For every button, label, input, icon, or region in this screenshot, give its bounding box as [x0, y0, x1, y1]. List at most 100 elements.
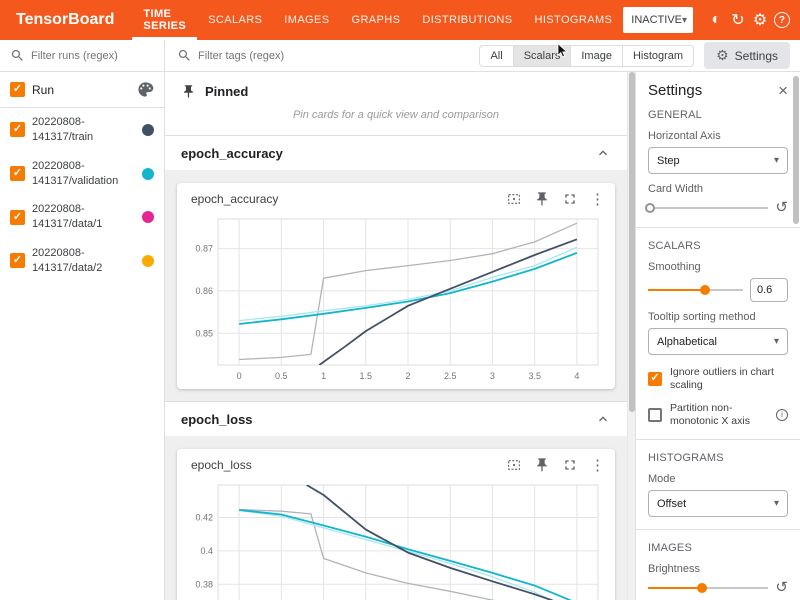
- more-options-icon[interactable]: ⋮: [590, 192, 605, 207]
- settings-scrollbar-thumb[interactable]: [793, 76, 799, 224]
- horizontal-axis-label: Horizontal Axis: [648, 130, 788, 142]
- settings-button[interactable]: ⚙ Settings: [704, 42, 790, 69]
- tag-filter-bar: Filter tags (regex) All Scalars Image Hi…: [165, 40, 800, 72]
- run-color-dot: [142, 255, 154, 267]
- search-icon: [10, 48, 25, 63]
- chevron-up-icon[interactable]: [595, 411, 611, 427]
- run-checkbox[interactable]: [10, 210, 25, 225]
- search-icon: [177, 48, 192, 63]
- svg-text:2.5: 2.5: [444, 371, 457, 381]
- settings-scrollbar[interactable]: [792, 72, 800, 600]
- more-options-icon[interactable]: ⋮: [590, 458, 605, 473]
- slider-thumb[interactable]: [697, 583, 707, 593]
- tab-images[interactable]: IMAGES: [273, 0, 340, 40]
- card-actions: ⋮: [506, 457, 605, 473]
- card-width-label: Card Width: [648, 183, 788, 195]
- histogram-mode-select[interactable]: Offset ▾: [648, 490, 788, 517]
- tab-scalars[interactable]: SCALARS: [197, 0, 273, 40]
- ignore-outliers-label: Ignore outliers in chart scaling: [670, 366, 788, 391]
- chip-image[interactable]: Image: [570, 45, 623, 67]
- partition-x-row[interactable]: Partition non-monotonic X axis i: [648, 402, 788, 427]
- runs-header-row: Run: [0, 72, 164, 108]
- chip-all[interactable]: All: [479, 45, 513, 67]
- brightness-slider[interactable]: [648, 581, 768, 595]
- run-checkbox[interactable]: [10, 166, 25, 181]
- chip-histogram[interactable]: Histogram: [622, 45, 694, 67]
- info-icon[interactable]: i: [776, 409, 788, 421]
- svg-text:0: 0: [237, 371, 242, 381]
- slider-thumb[interactable]: [645, 203, 655, 213]
- run-checkbox[interactable]: [10, 122, 25, 137]
- tab-graphs[interactable]: GRAPHS: [340, 0, 411, 40]
- tooltip-sorting-select[interactable]: Alphabetical ▾: [648, 328, 788, 355]
- close-icon[interactable]: ×: [778, 82, 788, 99]
- svg-text:3.5: 3.5: [528, 371, 541, 381]
- general-heading: GENERAL: [648, 109, 788, 121]
- section-header-epoch-accuracy[interactable]: epoch_accuracy: [165, 136, 627, 171]
- epoch-loss-chart[interactable]: 00.511.522.533.540.360.380.40.42: [182, 477, 610, 600]
- gear-icon[interactable]: ⚙: [752, 8, 768, 32]
- select-all-runs-checkbox[interactable]: [10, 82, 25, 97]
- run-row-data-2[interactable]: 20220808-141317/data/2: [0, 239, 164, 283]
- pin-card-icon[interactable]: [534, 457, 550, 473]
- slider-thumb[interactable]: [700, 285, 710, 295]
- status-value: INACTIVE: [631, 14, 682, 26]
- theme-toggle-icon[interactable]: ◐: [708, 8, 724, 32]
- pinned-empty-hint: Pin cards for a quick view and compariso…: [165, 101, 627, 136]
- fullscreen-icon[interactable]: [562, 191, 578, 207]
- tab-time-series[interactable]: TIME SERIES: [132, 0, 197, 40]
- status-dropdown[interactable]: INACTIVE ▾: [623, 7, 693, 33]
- ignore-outliers-checkbox[interactable]: [648, 372, 662, 386]
- caret-down-icon: ▾: [774, 336, 779, 347]
- smoothing-value-input[interactable]: [750, 278, 788, 302]
- filter-runs-input[interactable]: Filter runs (regex): [0, 40, 164, 72]
- histogram-mode-label: Mode: [648, 473, 788, 485]
- run-row-data-1[interactable]: 20220808-141317/data/1: [0, 195, 164, 239]
- tensorboard-app: TensorBoard TIME SERIES SCALARS IMAGES G…: [0, 0, 800, 600]
- images-heading: IMAGES: [648, 542, 788, 554]
- caret-down-icon: ▾: [682, 15, 687, 26]
- refresh-icon[interactable]: ↻: [730, 8, 746, 32]
- pinned-title: Pinned: [205, 84, 248, 99]
- chevron-up-icon[interactable]: [595, 145, 611, 161]
- horizontal-axis-select[interactable]: Step ▾: [648, 147, 788, 174]
- partition-x-checkbox[interactable]: [648, 408, 662, 422]
- palette-icon[interactable]: [137, 81, 154, 98]
- partition-x-label: Partition non-monotonic X axis: [670, 402, 768, 427]
- run-row-validation[interactable]: 20220808-141317/validation: [0, 152, 164, 196]
- chip-scalars[interactable]: Scalars: [513, 45, 572, 67]
- reset-icon[interactable]: ↺: [775, 200, 788, 215]
- smoothing-slider[interactable]: [648, 283, 743, 297]
- app-logo[interactable]: TensorBoard: [0, 0, 132, 40]
- fullscreen-icon[interactable]: [562, 457, 578, 473]
- horizontal-axis-value: Step: [657, 155, 680, 167]
- run-row-train[interactable]: 20220808-141317/train: [0, 108, 164, 152]
- brightness-row: ↺: [648, 580, 788, 595]
- run-name: 20220808-141317/validation: [32, 159, 135, 189]
- card-width-slider[interactable]: [648, 201, 768, 215]
- settings-panel: Settings × GENERAL Horizontal Axis Step …: [635, 72, 800, 600]
- scalar-card-epoch-loss: epoch_loss ⋮ 00.511.522.533.540.360.380.…: [177, 449, 615, 600]
- tab-distributions[interactable]: DISTRIBUTIONS: [411, 0, 523, 40]
- main-scrollbar[interactable]: [627, 72, 635, 600]
- fit-domain-icon[interactable]: [506, 457, 522, 473]
- ignore-outliers-row[interactable]: Ignore outliers in chart scaling: [648, 366, 788, 391]
- pin-card-icon[interactable]: [534, 191, 550, 207]
- svg-text:4: 4: [574, 371, 579, 381]
- tab-histograms[interactable]: HISTOGRAMS: [524, 0, 624, 40]
- card-header: epoch_accuracy ⋮: [177, 183, 615, 209]
- filter-tags-placeholder: Filter tags (regex): [198, 50, 479, 62]
- right-column: Filter tags (regex) All Scalars Image Hi…: [165, 40, 800, 600]
- card-actions: ⋮: [506, 191, 605, 207]
- divider: [636, 227, 800, 228]
- reset-icon[interactable]: ↺: [775, 580, 788, 595]
- svg-text:3: 3: [490, 371, 495, 381]
- section-header-epoch-loss[interactable]: epoch_loss: [165, 402, 627, 437]
- caret-down-icon: ▾: [774, 155, 779, 166]
- smoothing-row: [648, 278, 788, 302]
- help-icon[interactable]: ?: [774, 8, 790, 32]
- fit-domain-icon[interactable]: [506, 191, 522, 207]
- run-checkbox[interactable]: [10, 253, 25, 268]
- epoch-accuracy-chart[interactable]: 00.511.522.533.540.850.860.87: [182, 211, 610, 383]
- svg-text:0.86: 0.86: [195, 286, 213, 296]
